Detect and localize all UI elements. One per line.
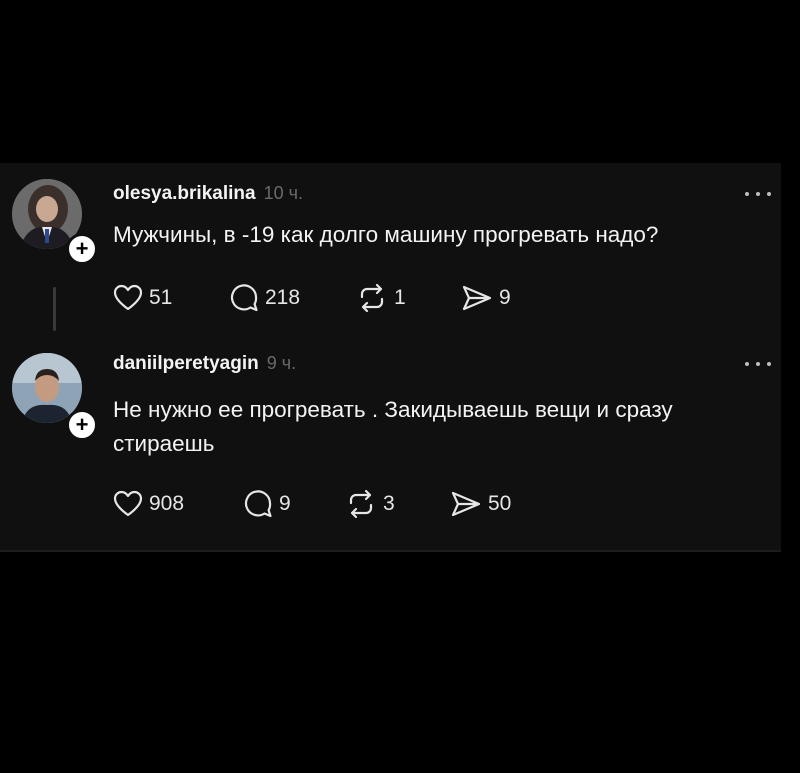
post-original: + olesya.brikalina 10 ч. Мужчины, в -19 … [0,163,781,353]
post-header: daniilperetyagin 9 ч. [113,353,296,375]
thread-panel: + olesya.brikalina 10 ч. Мужчины, в -19 … [0,163,781,552]
follow-button[interactable]: + [66,233,98,265]
thread-connector-line [53,287,56,331]
repost-count: 1 [394,286,406,309]
post-text: Не нужно ее прогревать . Закидываешь вещ… [113,397,673,456]
follow-button[interactable]: + [66,409,98,441]
timestamp: 10 ч. [263,183,303,203]
repost-button[interactable]: 1 [356,283,406,313]
like-button[interactable]: 51 [113,283,172,313]
more-dots-icon [745,362,749,366]
heart-icon [113,284,143,311]
plus-icon: + [75,412,89,437]
more-dots-icon [745,192,749,196]
timestamp: 9 ч. [266,353,297,373]
comment-count: 9 [279,492,291,515]
share-button[interactable]: 9 [461,283,511,313]
like-count: 908 [149,492,185,515]
share-count: 9 [499,286,511,309]
comment-button[interactable]: 9 [243,489,291,519]
repost-count: 3 [383,492,395,515]
more-options-button[interactable] [743,187,773,201]
repost-arrows-icon [349,489,373,519]
heart-icon [113,490,143,517]
comment-bubble-icon [230,284,258,312]
comment-count: 218 [265,286,301,309]
username[interactable]: olesya.brikalina [113,183,256,205]
repost-button[interactable]: 3 [345,489,395,519]
comment-button[interactable]: 218 [229,283,300,313]
username[interactable]: daniilperetyagin [113,353,259,375]
post-text: Мужчины, в -19 как долго машину прогрева… [113,222,659,247]
more-options-button[interactable] [743,357,773,371]
post-reply: + daniilperetyagin 9 ч. Не нужно ее прог… [0,353,781,550]
repost-arrows-icon [360,283,384,313]
send-icon [451,491,481,517]
share-button[interactable]: 50 [450,489,511,519]
like-button[interactable]: 908 [113,489,184,519]
like-count: 51 [149,286,173,309]
post-header: olesya.brikalina 10 ч. [113,183,303,205]
send-icon [462,285,492,311]
share-count: 50 [488,492,512,515]
comment-bubble-icon [244,490,272,518]
plus-icon: + [75,236,89,261]
